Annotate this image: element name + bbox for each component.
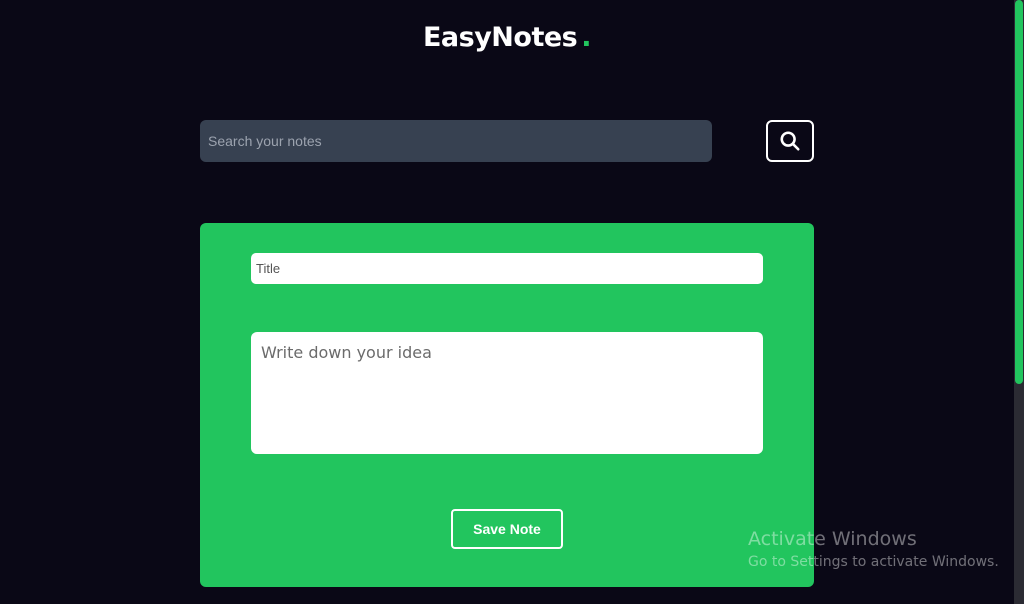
note-title-input[interactable] <box>251 253 763 284</box>
page: EasyNotes. Save Note Activate Windows Go… <box>0 0 1024 604</box>
app-logo: EasyNotes. <box>0 22 1014 53</box>
logo-text: EasyNotes <box>422 22 578 53</box>
search-button[interactable] <box>766 120 814 162</box>
watermark-subtitle: Go to Settings to activate Windows. <box>748 554 999 570</box>
save-note-button[interactable]: Save Note <box>451 509 563 549</box>
logo-dot: . <box>581 22 592 53</box>
search-input[interactable] <box>200 120 712 162</box>
watermark-title: Activate Windows <box>748 528 917 550</box>
note-form-card: Save Note <box>200 223 814 587</box>
scrollbar-track[interactable] <box>1014 0 1024 604</box>
scrollbar-thumb[interactable] <box>1015 0 1023 384</box>
activate-windows-watermark: Activate Windows Go to Settings to activ… <box>748 528 999 570</box>
note-body-textarea[interactable] <box>251 332 763 454</box>
search-icon <box>780 131 800 151</box>
